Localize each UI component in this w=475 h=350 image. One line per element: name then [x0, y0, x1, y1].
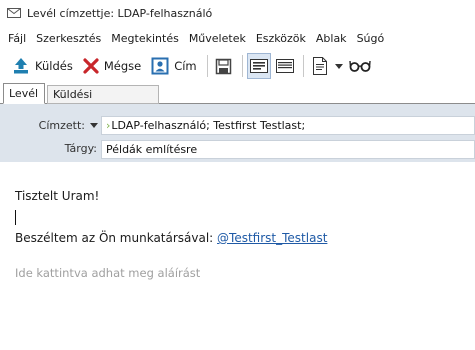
document-check-icon — [312, 57, 327, 75]
address-book-icon — [151, 57, 169, 75]
to-label: Címzett: — [38, 119, 85, 132]
menu-file[interactable]: Fájl — [3, 32, 31, 45]
subject-value: Példák említésre — [106, 143, 198, 156]
check-dropdown[interactable] — [334, 53, 344, 79]
greeting-text: Tisztelt Uram! — [15, 189, 100, 203]
send-icon — [14, 58, 28, 74]
address-button[interactable]: Cím — [147, 53, 200, 79]
menu-edit[interactable]: Szerkesztés — [31, 32, 106, 45]
to-field[interactable]: ›LDAP-felhasználó; Testfirst Testlast; — [101, 116, 475, 135]
menu-actions[interactable]: Műveletek — [184, 32, 251, 45]
menu-window[interactable]: Ablak — [311, 32, 352, 45]
address-label: Cím — [174, 59, 197, 73]
toolbar-separator — [241, 55, 243, 77]
check-document-button[interactable] — [308, 53, 332, 79]
text-caret — [15, 210, 16, 225]
subject-field[interactable]: Példák említésre — [101, 140, 475, 159]
menu-bar: Fájl Szerkesztés Megtekintés Műveletek E… — [0, 28, 475, 48]
plain-text-icon — [275, 59, 294, 73]
spellcheck-button[interactable] — [348, 53, 372, 79]
toolbar: Küldés Mégse Cím — [0, 51, 475, 81]
to-value: LDAP-felhasználó; Testfirst Testlast; — [111, 119, 306, 132]
format-html-button[interactable] — [246, 53, 271, 79]
cancel-button[interactable]: Mégse — [79, 53, 145, 79]
menu-tools[interactable]: Eszközök — [251, 32, 311, 45]
envelope-icon — [7, 8, 21, 18]
chevron-down-icon — [334, 63, 343, 69]
send-button[interactable]: Küldés — [8, 53, 77, 79]
cancel-label: Mégse — [103, 59, 142, 73]
toolbar-separator — [206, 55, 208, 77]
mention-line: Beszéltem az Ön munkatársával: @Testfirs… — [15, 231, 327, 245]
title-bar: Levél címzettje: LDAP-felhasználó — [0, 0, 475, 26]
chevron-down-icon[interactable] — [90, 121, 98, 129]
menu-help[interactable]: Súgó — [352, 32, 390, 45]
subject-label: Tárgy: — [64, 142, 97, 155]
tab-strip: Levél Küldési beállítások — [0, 83, 475, 118]
save-icon — [215, 58, 232, 74]
mention-prefix: Beszéltem az Ön munkatársával: — [15, 231, 218, 245]
glasses-icon — [348, 60, 371, 72]
signature-placeholder[interactable]: Ide kattintva adhat meg aláírást — [15, 266, 200, 280]
save-button[interactable] — [212, 53, 236, 79]
close-icon — [83, 58, 99, 74]
mention-link[interactable]: @Testfirst_Testlast — [217, 231, 327, 245]
tab-send-options[interactable]: Küldési beállítások — [47, 85, 159, 118]
send-label: Küldés — [35, 59, 73, 73]
tab-message[interactable]: Levél — [3, 83, 45, 104]
rich-text-icon — [249, 59, 268, 73]
window-title: Levél címzettje: LDAP-felhasználó — [27, 6, 213, 20]
format-plain-button[interactable] — [273, 53, 297, 79]
toolbar-separator — [302, 55, 304, 77]
recipient-marker-icon: › — [106, 119, 111, 132]
menu-view[interactable]: Megtekintés — [106, 32, 184, 45]
